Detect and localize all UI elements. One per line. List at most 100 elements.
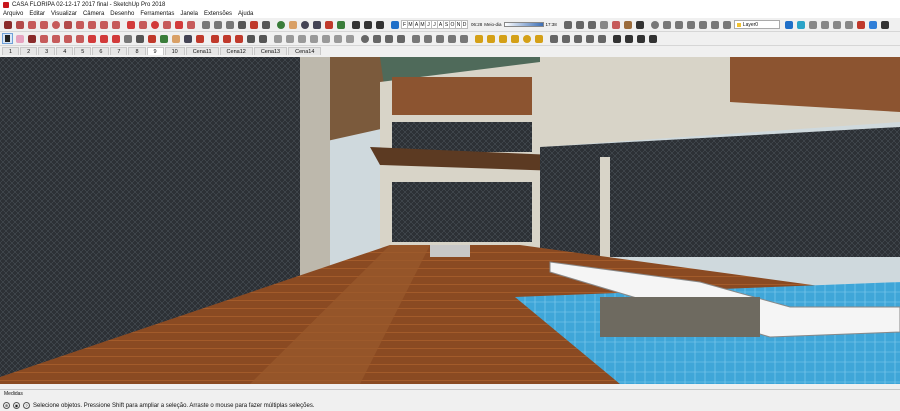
menu-extensoes[interactable]: Extensões	[204, 11, 232, 17]
circle-tool-icon[interactable]	[50, 19, 61, 30]
shape-1-icon[interactable]	[548, 33, 559, 44]
solid-trim-icon[interactable]	[434, 33, 445, 44]
section-cut-icon[interactable]	[383, 33, 394, 44]
polygon-tool-icon[interactable]	[62, 19, 73, 30]
month-nov[interactable]: D	[461, 20, 468, 29]
paint-roller-icon[interactable]	[485, 33, 496, 44]
group-icon[interactable]	[257, 33, 268, 44]
pie-tool-icon[interactable]	[110, 19, 121, 30]
house-4-icon[interactable]	[647, 33, 658, 44]
monochrome-icon[interactable]	[635, 19, 646, 30]
outliner-icon[interactable]	[844, 19, 855, 30]
menu-camera[interactable]: Câmera	[83, 11, 104, 17]
eraser-icon[interactable]	[14, 33, 25, 44]
lamp-icon[interactable]	[473, 33, 484, 44]
tape-measure-icon[interactable]	[200, 19, 211, 30]
rotated-rectangle-icon[interactable]	[38, 19, 49, 30]
scenes-icon[interactable]	[832, 19, 843, 30]
protractor-icon[interactable]	[224, 19, 235, 30]
iso-view-icon[interactable]	[662, 19, 673, 30]
tape-2-icon[interactable]	[122, 33, 133, 44]
sandbox-3-icon[interactable]	[296, 33, 307, 44]
section-display-icon[interactable]	[371, 33, 382, 44]
back-edges-icon[interactable]	[575, 19, 586, 30]
measures-input[interactable]	[60, 391, 900, 398]
zoom-tool-icon[interactable]	[299, 19, 310, 30]
back-view-icon[interactable]	[710, 19, 721, 30]
sandbox-5-icon[interactable]	[320, 33, 331, 44]
section-plane-icon[interactable]	[359, 33, 370, 44]
scene-tab[interactable]: Cena13	[253, 47, 288, 55]
menu-ajuda[interactable]: Ajuda	[238, 11, 253, 17]
arc-tool-icon[interactable]	[74, 19, 85, 30]
warehouse-2-icon[interactable]	[209, 33, 220, 44]
position-camera-icon[interactable]	[350, 19, 361, 30]
extension-2-icon[interactable]	[221, 33, 232, 44]
sandbox-4-icon[interactable]	[308, 33, 319, 44]
scene-tab[interactable]: 4	[56, 47, 74, 55]
layer-dropdown[interactable]: Layer0	[733, 20, 780, 29]
shape-3-icon[interactable]	[572, 33, 583, 44]
scene-tab[interactable]: Cena12	[219, 47, 253, 55]
extension-warehouse-icon[interactable]	[856, 19, 867, 30]
rotate-tool-icon[interactable]	[149, 19, 160, 30]
orbit-2-icon[interactable]	[158, 33, 169, 44]
components-icon[interactable]	[820, 19, 831, 30]
house-3-icon[interactable]	[635, 33, 646, 44]
scale-tool-icon[interactable]	[173, 19, 184, 30]
sandbox-1-icon[interactable]	[272, 33, 283, 44]
menu-ferramentas[interactable]: Ferramentas	[140, 11, 174, 17]
shape-2-icon[interactable]	[560, 33, 571, 44]
top-view-icon[interactable]	[674, 19, 685, 30]
scale-2-icon[interactable]	[110, 33, 121, 44]
three-point-arc-icon[interactable]	[98, 19, 109, 30]
freehand-tool-icon[interactable]	[14, 19, 25, 30]
line-tool-icon[interactable]	[2, 19, 13, 30]
hidden-line-icon[interactable]	[599, 19, 610, 30]
axes-tool-icon[interactable]	[248, 19, 259, 30]
x-ray-icon[interactable]	[563, 19, 574, 30]
pan-2-icon[interactable]	[170, 33, 181, 44]
model-render[interactable]	[0, 57, 900, 384]
menu-editar[interactable]: Editar	[29, 11, 45, 17]
solid-union-icon[interactable]	[410, 33, 421, 44]
component-2-icon[interactable]	[245, 33, 256, 44]
move-tool-icon[interactable]	[125, 19, 136, 30]
push-pull-icon[interactable]	[137, 19, 148, 30]
sandbox-6-icon[interactable]	[332, 33, 343, 44]
share-model-icon[interactable]	[233, 33, 244, 44]
solid-outer-shell-icon[interactable]	[458, 33, 469, 44]
menu-arquivo[interactable]: Arquivo	[3, 11, 23, 17]
pan-tool-icon[interactable]	[287, 19, 298, 30]
text-tool-icon[interactable]	[236, 19, 247, 30]
look-around-icon[interactable]	[362, 19, 373, 30]
shape-dropdown-icon[interactable]	[50, 33, 61, 44]
credits-icon[interactable]: ◉	[13, 402, 20, 409]
solid-subtract-icon[interactable]	[422, 33, 433, 44]
shape-4-icon[interactable]	[584, 33, 595, 44]
scene-tab[interactable]: Cena14	[288, 47, 322, 55]
sandbox-7-icon[interactable]	[344, 33, 355, 44]
scene-tab[interactable]: 6	[92, 47, 110, 55]
time-slider[interactable]	[503, 22, 544, 27]
shaded-textures-icon[interactable]	[623, 19, 634, 30]
geo-location-icon[interactable]: ⊕	[3, 402, 10, 409]
scene-tab[interactable]: 10	[164, 47, 185, 55]
line-tool-2-icon[interactable]	[26, 33, 37, 44]
style-icon[interactable]	[796, 19, 807, 30]
front-view-icon[interactable]	[686, 19, 697, 30]
shaded-icon[interactable]	[611, 19, 622, 30]
scene-tab[interactable]: 9	[146, 47, 164, 55]
3d-viewport[interactable]	[0, 57, 900, 384]
scene-tab[interactable]: Cena11	[185, 47, 219, 55]
scene-tab[interactable]: 5	[74, 47, 92, 55]
house-2-icon[interactable]	[623, 33, 634, 44]
push-pull-2-icon[interactable]	[62, 33, 73, 44]
scene-tab[interactable]: 3	[38, 47, 56, 55]
month-selector[interactable]: F M A M J J A S O N D	[401, 20, 468, 29]
eye-icon[interactable]	[650, 19, 661, 30]
triangle-icon[interactable]	[497, 33, 508, 44]
zoom-2-icon[interactable]	[182, 33, 193, 44]
paint-bucket-icon[interactable]	[146, 33, 157, 44]
zoom-extents-2-icon[interactable]	[194, 33, 205, 44]
